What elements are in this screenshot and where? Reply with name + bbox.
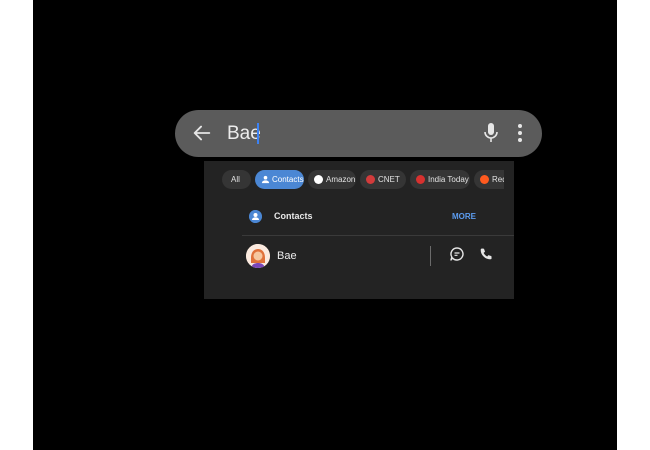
call-icon[interactable] — [479, 247, 493, 261]
reddit-logo-icon — [480, 175, 489, 184]
chip-label: Contacts — [272, 175, 304, 184]
chip-label: Reddit — [492, 175, 504, 184]
search-input[interactable] — [227, 119, 467, 149]
message-icon[interactable] — [450, 247, 464, 261]
divider — [242, 235, 514, 236]
contact-row[interactable]: Bae — [204, 241, 514, 273]
chip-label: India Today — [428, 175, 469, 184]
cnet-logo-icon — [366, 175, 375, 184]
chip-cnet[interactable]: CNET — [360, 170, 406, 189]
contacts-icon — [249, 210, 262, 223]
chip-india-today[interactable]: India Today — [410, 170, 470, 189]
results-panel: All Contacts Amazon CNET India Today Re … — [204, 161, 514, 299]
chip-label: CNET — [378, 175, 400, 184]
india-today-logo-icon — [416, 175, 425, 184]
search-bar — [175, 110, 542, 157]
chip-amazon[interactable]: Amazon — [308, 170, 356, 189]
more-button[interactable]: MORE — [452, 212, 476, 221]
contacts-section-header: Contacts MORE — [204, 206, 514, 228]
chip-contacts[interactable]: Contacts — [255, 170, 304, 189]
vertical-divider — [430, 246, 431, 266]
chip-label: Amazon — [326, 175, 356, 184]
amazon-logo-icon — [314, 175, 323, 184]
section-title: Contacts — [274, 211, 313, 221]
chip-reddit[interactable]: Reddit — [474, 170, 504, 189]
contact-name: Bae — [277, 250, 297, 262]
chip-label: All — [231, 175, 240, 184]
woman-avatar-icon — [246, 244, 270, 268]
more-vert-icon[interactable] — [515, 123, 525, 144]
microphone-icon[interactable] — [483, 122, 499, 144]
avatar — [246, 244, 270, 268]
back-arrow-icon[interactable] — [191, 122, 213, 144]
chip-all[interactable]: All — [222, 170, 251, 189]
person-icon — [261, 175, 270, 184]
filter-chip-row[interactable]: All Contacts Amazon CNET India Today Re — [222, 170, 504, 189]
phone-screen: All Contacts Amazon CNET India Today — [33, 0, 617, 450]
text-cursor — [257, 123, 259, 144]
